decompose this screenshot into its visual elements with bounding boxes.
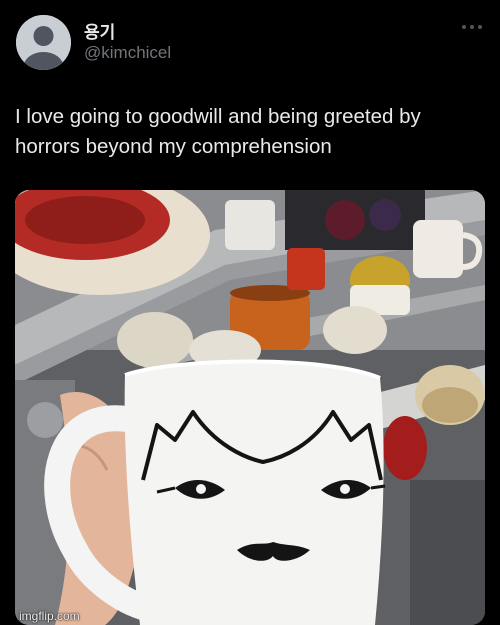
user-handle[interactable]: @kimchicel <box>84 43 171 63</box>
avatar[interactable] <box>16 15 71 70</box>
watermark-text: imgflip.com <box>19 609 80 623</box>
mug-photo-image <box>15 190 485 625</box>
tweet-card: 용기 @kimchicel I love going to goodwill a… <box>0 0 500 625</box>
ellipsis-icon[interactable] <box>460 20 484 34</box>
tweet-text: I love going to goodwill and being greet… <box>15 105 421 158</box>
display-name[interactable]: 용기 <box>84 18 115 43</box>
tweet-photo[interactable]: imgflip.com <box>15 190 485 625</box>
default-avatar-icon <box>16 15 71 70</box>
